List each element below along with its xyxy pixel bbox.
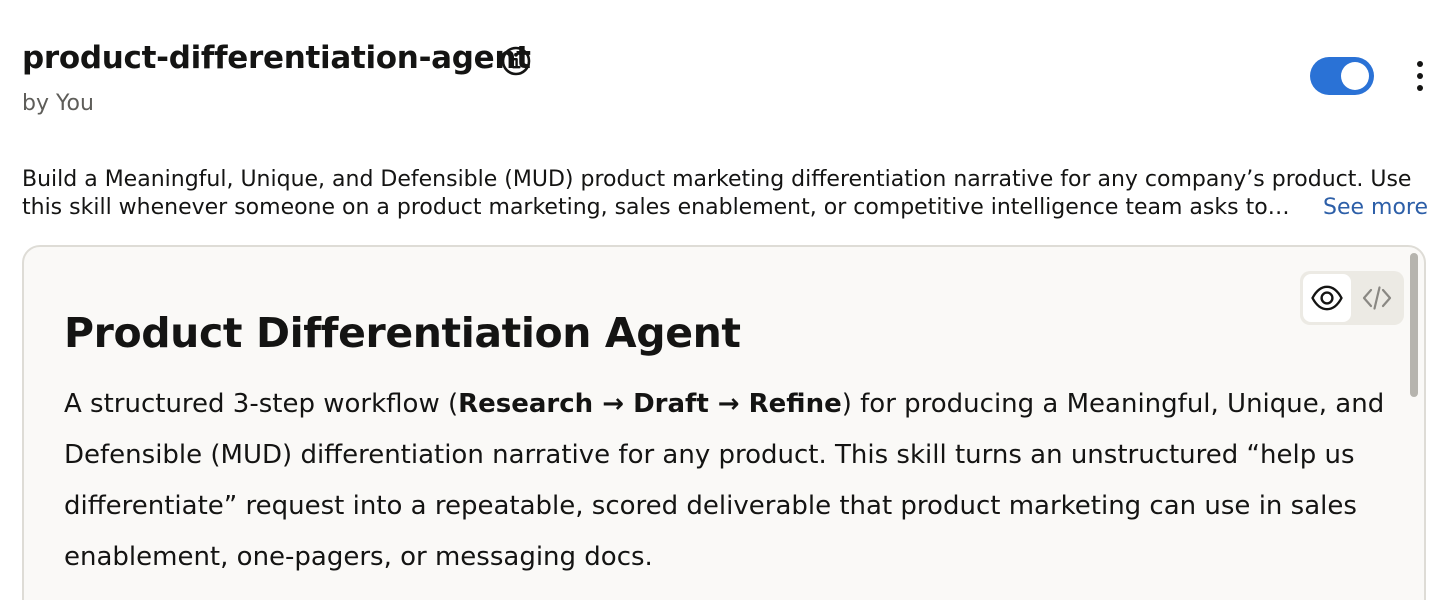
toggle-knob [1341, 62, 1369, 90]
document-body: A structured 3-step workflow (Research →… [64, 379, 1394, 583]
info-icon[interactable] [500, 45, 532, 77]
enable-toggle[interactable] [1310, 57, 1374, 95]
paragraph-line: enablement, one-pagers, or messaging doc… [64, 542, 653, 572]
skill-description: Build a Meaningful, Unique, and Defensib… [22, 166, 1432, 222]
skill-detail-page: product-differentiation-agent by You Bui… [0, 0, 1456, 600]
code-icon [1362, 286, 1392, 310]
description-text: this skill whenever someone on a product… [22, 195, 1290, 220]
eye-icon [1311, 285, 1343, 311]
text-span: A structured 3-step workflow ( [64, 389, 459, 419]
view-mode-switch [1300, 271, 1404, 325]
description-line: this skill whenever someone on a product… [22, 194, 1432, 222]
skill-content-card: Product Differentiation Agent A structur… [22, 245, 1426, 600]
text-span: ) for producing a Meaningful, Unique, an… [841, 389, 1385, 419]
paragraph-line: Defensible (MUD) differentiation narrati… [64, 440, 1355, 470]
code-view-button[interactable] [1353, 274, 1401, 322]
document-heading: Product Differentiation Agent [64, 309, 741, 357]
paragraph-line: A structured 3-step workflow (Research →… [64, 379, 1394, 430]
skill-author: by You [22, 91, 94, 116]
description-line: Build a Meaningful, Unique, and Defensib… [22, 167, 1412, 192]
skill-title: product-differentiation-agent [22, 40, 531, 76]
preview-button[interactable] [1303, 274, 1351, 322]
more-vertical-icon[interactable] [1404, 58, 1436, 94]
see-more-link[interactable]: See more [1323, 194, 1428, 222]
scrollbar-thumb[interactable] [1410, 253, 1418, 397]
paragraph-line: differentiate” request into a repeatable… [64, 491, 1357, 521]
workflow-steps: Research → Draft → Refine [458, 389, 842, 419]
